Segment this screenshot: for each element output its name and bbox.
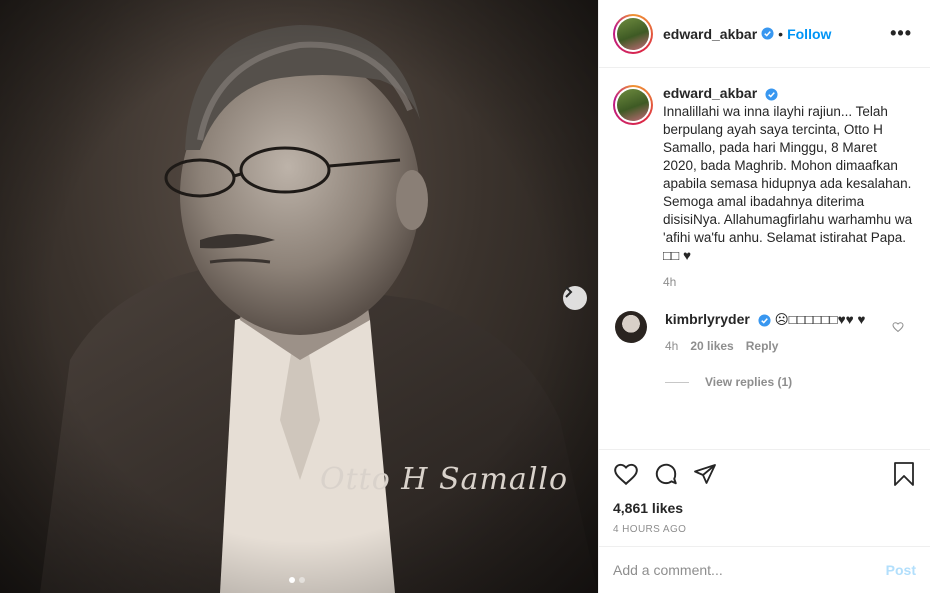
comment-time[interactable]: 4h <box>665 339 678 353</box>
caption-avatar[interactable] <box>613 85 653 125</box>
caption-text: Innalillahi wa inna ilayhi rajiun... Tel… <box>663 104 913 263</box>
reply-button[interactable]: Reply <box>746 339 779 353</box>
view-replies-label: View replies (1) <box>705 375 793 389</box>
caption: edward_akbar Innalillahi wa inna ilayhi … <box>599 69 930 289</box>
share-button[interactable] <box>693 462 717 486</box>
comment-avatar[interactable] <box>615 311 647 343</box>
comment-text: ☹□□□□□□♥♥ ♥ <box>774 312 866 327</box>
portrait-illustration <box>0 0 598 593</box>
follow-button[interactable]: Follow <box>787 26 831 42</box>
post-header: edward_akbar • Follow ••• <box>599 0 930 68</box>
verified-badge-icon <box>758 314 771 327</box>
save-button[interactable] <box>892 461 916 487</box>
comment-likes[interactable]: 20 likes <box>690 339 733 353</box>
avatar[interactable] <box>613 13 653 54</box>
bookmark-icon <box>894 462 914 486</box>
carousel-indicator <box>289 577 305 583</box>
comment-button[interactable] <box>653 461 679 487</box>
verified-badge-icon <box>761 27 774 40</box>
carousel-dot-active <box>289 577 295 583</box>
caption-username[interactable]: edward_akbar <box>663 85 757 101</box>
comments-section[interactable]: edward_akbar Innalillahi wa inna ilayhi … <box>599 69 930 449</box>
header-username[interactable]: edward_akbar <box>663 26 757 42</box>
likes-count[interactable]: 4,861 likes <box>613 500 916 516</box>
like-comment-heart-icon[interactable] <box>892 321 904 333</box>
post-panel: edward_akbar • Follow ••• edward_akbar I… <box>598 0 930 593</box>
post-comment-button[interactable]: Post <box>886 562 916 578</box>
post-image[interactable]: Otto H Samallo <box>0 0 598 593</box>
add-comment-bar: Post <box>599 546 930 593</box>
comment-input[interactable] <box>613 562 886 578</box>
view-replies-button[interactable]: View replies (1) <box>599 353 930 389</box>
comment-item: kimbrlyryder ☹□□□□□□♥♥ ♥ 4h 20 likes Rep… <box>599 289 930 353</box>
next-image-button[interactable] <box>563 286 587 310</box>
comment-meta: 4h 20 likes Reply <box>665 339 875 353</box>
action-bar: 4,861 likes 4 HOURS AGO <box>599 449 930 535</box>
heart-icon <box>614 463 638 486</box>
caption-time[interactable]: 4h <box>663 275 913 289</box>
verified-badge-icon <box>765 88 778 101</box>
separator: • <box>778 25 784 42</box>
like-button[interactable] <box>613 461 639 487</box>
post-timestamp[interactable]: 4 HOURS AGO <box>613 524 916 535</box>
comment-username[interactable]: kimbrlyryder <box>665 311 750 327</box>
carousel-dot <box>299 577 305 583</box>
more-options-button[interactable]: ••• <box>890 23 916 44</box>
paper-plane-icon <box>694 464 716 484</box>
signature-text: Otto H Samallo <box>320 462 569 497</box>
comment-bubble-icon <box>655 463 677 485</box>
chevron-right-icon <box>565 286 573 298</box>
